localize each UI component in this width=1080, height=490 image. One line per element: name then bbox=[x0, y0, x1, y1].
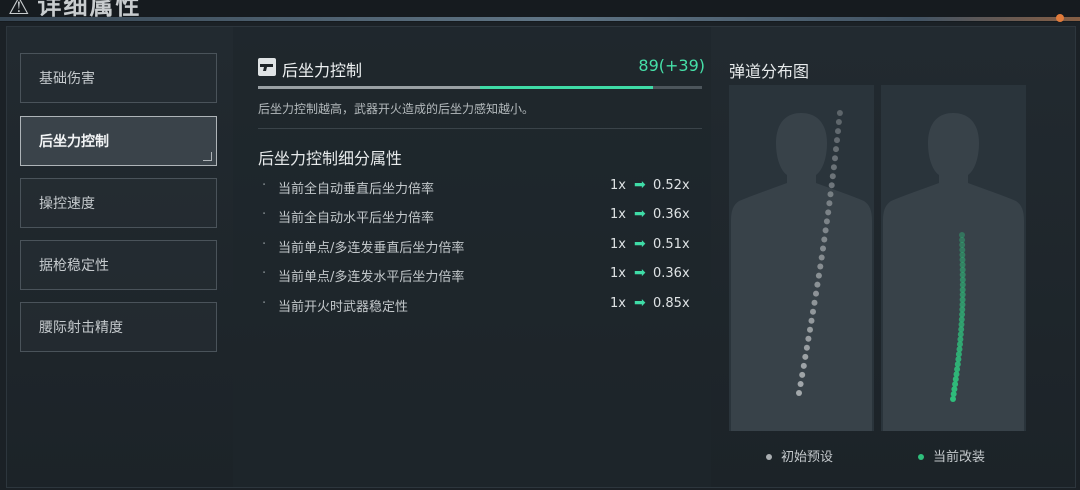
attributes-panel: 基础伤害 后坐力控制 操控速度 据枪稳定性 腰际射击精度 后坐力控制 89(+3… bbox=[6, 26, 1076, 488]
spray-dot bbox=[802, 353, 809, 360]
spray-dot bbox=[818, 254, 825, 261]
detail-panel: 后坐力控制 89(+39) 后坐力控制越高，武器开火造成的后坐力感知越小。 后坐… bbox=[233, 27, 711, 487]
stat-row: · 当前全自动垂直后坐力倍率 1x ➡ 0.52x bbox=[258, 177, 698, 198]
arrow-right-icon: ➡ bbox=[634, 206, 646, 222]
header-accent-dot bbox=[1056, 14, 1064, 22]
property-progress-bar bbox=[258, 86, 702, 89]
sidebar-item-label: 腰际射击精度 bbox=[39, 320, 123, 336]
sidebar-item-label: 操控速度 bbox=[39, 196, 95, 212]
spray-dot bbox=[826, 200, 833, 207]
stat-name: 当前单点/多连发水平后坐力倍率 bbox=[278, 270, 465, 285]
stat-from: 1x bbox=[610, 296, 626, 311]
progress-base-fill bbox=[258, 86, 480, 89]
stat-to: 0.52x bbox=[653, 178, 690, 193]
stat-row: · 当前单点/多连发垂直后坐力倍率 1x ➡ 0.51x bbox=[258, 236, 698, 257]
sidebar-item-label: 后坐力控制 bbox=[39, 134, 109, 150]
spray-dot bbox=[813, 290, 819, 297]
spray-dot bbox=[815, 272, 822, 279]
spray-dot bbox=[805, 335, 812, 342]
stat-row: · 当前开火时武器稳定性 1x ➡ 0.85x bbox=[258, 295, 698, 316]
spray-dot bbox=[821, 236, 828, 243]
sidebar-item-aim-stability[interactable]: 据枪稳定性 bbox=[20, 240, 217, 290]
stat-name: 当前单点/多连发垂直后坐力倍率 bbox=[278, 241, 465, 256]
stat-to: 0.36x bbox=[653, 207, 690, 222]
spray-dot bbox=[810, 308, 816, 315]
spray-dot bbox=[808, 317, 815, 324]
bullet: · bbox=[262, 296, 267, 311]
target-silhouette-modified bbox=[881, 85, 1026, 431]
spray-dot bbox=[797, 381, 804, 387]
spray-dot bbox=[807, 326, 813, 333]
stat-name: 当前全自动垂直后坐力倍率 bbox=[278, 182, 435, 197]
stat-to: 0.51x bbox=[653, 237, 690, 252]
sidebar-item-handling-speed[interactable]: 操控速度 bbox=[20, 178, 217, 228]
spray-dot bbox=[829, 173, 836, 180]
divider bbox=[258, 128, 702, 129]
target-silhouette-default bbox=[729, 85, 874, 431]
spray-dot bbox=[822, 227, 829, 234]
spray-dot bbox=[800, 362, 807, 369]
legend-dot-icon bbox=[918, 453, 924, 460]
legend-item-modified: 当前改装 bbox=[918, 446, 985, 465]
property-description: 后坐力控制越高，武器开火造成的后坐力感知越小。 bbox=[258, 102, 535, 116]
gun-icon bbox=[258, 58, 276, 76]
legend-dot-icon bbox=[766, 453, 772, 460]
stat-to: 0.36x bbox=[653, 266, 690, 281]
stat-row: · 当前全自动水平后坐力倍率 1x ➡ 0.36x bbox=[258, 206, 698, 227]
arrow-right-icon: ➡ bbox=[634, 236, 646, 252]
bullet: · bbox=[262, 178, 267, 193]
stat-name: 当前开火时武器稳定性 bbox=[278, 300, 409, 315]
spray-dot bbox=[820, 245, 826, 252]
arrow-right-icon: ➡ bbox=[634, 265, 646, 281]
legend-label: 当前改装 bbox=[933, 450, 986, 465]
spray-dot bbox=[814, 281, 821, 288]
spray-dot bbox=[827, 191, 834, 198]
sidebar-item-label: 基础伤害 bbox=[39, 71, 95, 87]
corner-mark-icon bbox=[203, 152, 212, 161]
bullet: · bbox=[262, 207, 267, 222]
stat-row: · 当前单点/多连发水平后坐力倍率 1x ➡ 0.36x bbox=[258, 265, 698, 286]
spray-dot bbox=[799, 371, 806, 378]
spray-dot bbox=[832, 155, 838, 162]
spray-dot bbox=[830, 164, 837, 171]
stat-to: 0.85x bbox=[653, 296, 690, 311]
bullet: · bbox=[262, 266, 267, 281]
stat-from: 1x bbox=[610, 207, 626, 222]
spray-dot bbox=[811, 299, 818, 306]
arrow-right-icon: ➡ bbox=[634, 295, 646, 311]
arrow-right-icon: ➡ bbox=[634, 177, 646, 193]
sub-attributes-title: 后坐力控制细分属性 bbox=[258, 149, 403, 168]
spray-dot bbox=[796, 390, 802, 396]
sidebar-item-base-damage[interactable]: 基础伤害 bbox=[20, 53, 217, 103]
stat-from: 1x bbox=[610, 237, 626, 252]
spray-dot bbox=[835, 128, 841, 135]
spray-dot bbox=[828, 182, 835, 189]
property-value: 89(+39) bbox=[638, 56, 705, 75]
property-title: 后坐力控制 bbox=[282, 61, 363, 80]
legend-label: 初始预设 bbox=[781, 450, 834, 465]
header-bar: ⚠ 详细属性 bbox=[0, 0, 1080, 22]
sidebar-item-recoil-control[interactable]: 后坐力控制 bbox=[20, 116, 217, 166]
legend-item-default: 初始预设 bbox=[766, 446, 833, 465]
spray-dot bbox=[834, 137, 840, 144]
spray-dot bbox=[817, 263, 824, 270]
spray-dot bbox=[825, 209, 832, 216]
spray-dot bbox=[836, 110, 843, 116]
spray-dot bbox=[959, 232, 965, 238]
spray-dot bbox=[823, 218, 830, 225]
sidebar-item-label: 据枪稳定性 bbox=[39, 258, 109, 274]
spray-dot bbox=[803, 344, 810, 351]
stat-from: 1x bbox=[610, 178, 626, 193]
spray-pattern-title: 弹道分布图 bbox=[729, 62, 810, 81]
spray-dot bbox=[835, 119, 842, 125]
progress-bonus-fill bbox=[480, 86, 654, 89]
sidebar-item-hipfire-accuracy[interactable]: 腰际射击精度 bbox=[20, 302, 217, 352]
spray-dot bbox=[833, 146, 839, 153]
stat-name: 当前全自动水平后坐力倍率 bbox=[278, 211, 435, 226]
header-accent-line bbox=[0, 17, 1080, 21]
bullet: · bbox=[262, 237, 267, 252]
stat-from: 1x bbox=[610, 266, 626, 281]
